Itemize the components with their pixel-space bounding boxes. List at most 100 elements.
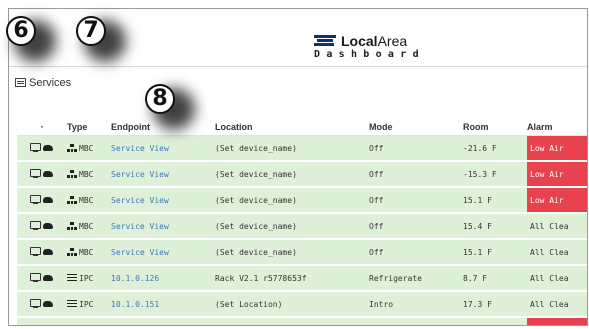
endpoint-link[interactable]: Service View xyxy=(111,213,215,240)
type-cell: MBC xyxy=(67,239,111,266)
annotation-marker-7: 7 xyxy=(76,16,106,46)
column-header-type[interactable]: Type xyxy=(67,119,111,136)
column-header-mode[interactable]: Mode xyxy=(369,119,463,136)
logo-brand: LocalArea xyxy=(341,33,407,49)
room-temp-cell: -21.6 F xyxy=(463,135,527,162)
device-cell[interactable] xyxy=(17,265,67,292)
services-label: Services xyxy=(29,77,72,89)
location-cell: (Set Location) xyxy=(215,291,369,318)
sliders-icon xyxy=(67,299,77,308)
ke2-logo-mark-icon xyxy=(314,35,336,46)
monitor-cloud-icon[interactable] xyxy=(30,246,54,257)
type-label: IPC xyxy=(79,273,94,283)
alarm-status-badge: Low Air xyxy=(527,187,587,214)
table-header-row: ▪ Type Endpoint Location Mode Room Alarm xyxy=(17,119,587,136)
table-body: MBC Service View (Set device_name) Off -21.6… xyxy=(17,135,587,327)
table-row[interactable]: MBC Service View (Set device_name) Off 15.1 … xyxy=(17,239,587,266)
monitor-cloud-icon[interactable] xyxy=(30,194,54,205)
monitor-cloud-icon[interactable] xyxy=(30,298,54,309)
column-header-alarm[interactable]: Alarm xyxy=(527,119,587,136)
list-icon xyxy=(15,78,26,87)
mode-cell: Intro xyxy=(369,291,463,318)
table-row[interactable]: MBC Service View (Set device_name) Off 15.1 … xyxy=(17,187,587,214)
device-cell[interactable] xyxy=(17,187,67,214)
alarm-status-badge: Low Air xyxy=(527,161,587,188)
device-cell[interactable] xyxy=(17,317,67,325)
type-label: MBC xyxy=(79,169,94,179)
endpoint-link[interactable]: Service View xyxy=(111,239,215,266)
endpoint-link[interactable]: Service View xyxy=(111,187,215,214)
column-header-endpoint[interactable]: Endpoint xyxy=(111,119,215,136)
monitor-cloud-icon[interactable] xyxy=(30,142,54,153)
table-row[interactable]: IPC 10.1.0.151 (Set Location) Intro 17.3 F Al… xyxy=(17,291,587,318)
network-tree-icon xyxy=(67,221,77,230)
monitor-cloud-icon[interactable] xyxy=(30,324,54,325)
location-cell: (Set device_name) xyxy=(215,213,369,240)
room-temp-cell: 15.1 F xyxy=(463,187,527,214)
network-tree-icon xyxy=(67,169,77,178)
logo-brand-bold: Local xyxy=(341,33,378,49)
alarm-status-badge: All Clea xyxy=(527,265,587,292)
device-cell[interactable] xyxy=(17,161,67,188)
room-temp-cell: 15.4 F xyxy=(463,213,527,240)
type-label: MBC xyxy=(79,221,94,231)
column-header-location[interactable]: Location xyxy=(215,119,369,136)
device-cell[interactable] xyxy=(17,239,67,266)
type-cell: MBC xyxy=(67,135,111,162)
device-cell[interactable] xyxy=(17,291,67,318)
table-row[interactable]: MBC Service View (Set device_name) Off -21.6… xyxy=(17,135,587,162)
table-row[interactable]: IPC 10.1.0.188KE2HQRefrigerate73.4 FHigh … xyxy=(17,317,587,327)
type-label: IPC xyxy=(79,299,94,309)
logo-brand-light: Area xyxy=(377,33,408,49)
monitor-cloud-icon[interactable] xyxy=(30,220,54,231)
location-cell: (Set device_name) xyxy=(215,187,369,214)
endpoint-link[interactable]: Service View xyxy=(111,135,215,162)
device-cell[interactable] xyxy=(17,135,67,162)
mode-cell: Off xyxy=(369,187,463,214)
room-temp-cell: 8.7 F xyxy=(463,265,527,292)
monitor-cloud-icon[interactable] xyxy=(30,272,54,283)
mode-cell: Refrigerate xyxy=(369,317,463,325)
logo-subtitle: Dashboard xyxy=(314,49,425,60)
sliders-icon xyxy=(67,326,77,327)
table-row[interactable]: MBC Service View (Set device_name) Off -15.3… xyxy=(17,161,587,188)
alarm-status-badge: High Air xyxy=(527,317,587,325)
type-cell: MBC xyxy=(67,161,111,188)
network-tree-icon xyxy=(67,247,77,256)
mode-cell: Off xyxy=(369,239,463,266)
services-heading: Services xyxy=(15,77,71,89)
network-tree-icon xyxy=(67,195,77,204)
annotation-marker-6: 6 xyxy=(6,16,36,46)
annotation-marker-8: 8 xyxy=(145,84,175,114)
room-temp-cell: 15.1 F xyxy=(463,239,527,266)
type-label: MBC xyxy=(79,143,94,153)
table-row[interactable]: IPC 10.1.0.126 Rack V2.1 r5778653f Refriger… xyxy=(17,265,587,292)
location-cell: (Set device_name) xyxy=(215,135,369,162)
type-cell: IPC xyxy=(67,291,111,318)
device-cell[interactable] xyxy=(17,213,67,240)
room-temp-cell: 17.3 F xyxy=(463,291,527,318)
table-row[interactable]: MBC Service View (Set device_name) Off 15.4 … xyxy=(17,213,587,240)
location-cell: Rack V2.1 r5778653f xyxy=(215,265,369,292)
column-sort-marker[interactable]: ▪ xyxy=(17,119,67,136)
column-header-room[interactable]: Room xyxy=(463,119,527,136)
location-cell: (Set device_name) xyxy=(215,161,369,188)
alarm-status-badge: Low Air xyxy=(527,135,587,162)
mode-cell: Off xyxy=(369,161,463,188)
type-label: MBC xyxy=(79,247,94,257)
mode-cell: Refrigerate xyxy=(369,265,463,292)
endpoint-link[interactable]: Service View xyxy=(111,161,215,188)
location-cell: KE2HQ xyxy=(215,317,369,325)
endpoint-link[interactable]: 10.1.0.188 xyxy=(111,317,215,325)
type-cell: IPC xyxy=(67,265,111,292)
sliders-icon xyxy=(67,273,77,282)
mode-cell: Off xyxy=(369,135,463,162)
room-temp-cell: 73.4 F xyxy=(463,317,527,325)
services-table: ▪ Type Endpoint Location Mode Room Alarm… xyxy=(17,119,587,327)
type-label: MBC xyxy=(79,195,94,205)
endpoint-link[interactable]: 10.1.0.151 xyxy=(111,291,215,318)
alarm-status-badge: All Clea xyxy=(527,213,587,240)
monitor-cloud-icon[interactable] xyxy=(30,168,54,179)
endpoint-link[interactable]: 10.1.0.126 xyxy=(111,265,215,292)
dashboard-window: LocalArea Dashboard Services ▪ Type Endp… xyxy=(8,8,588,326)
